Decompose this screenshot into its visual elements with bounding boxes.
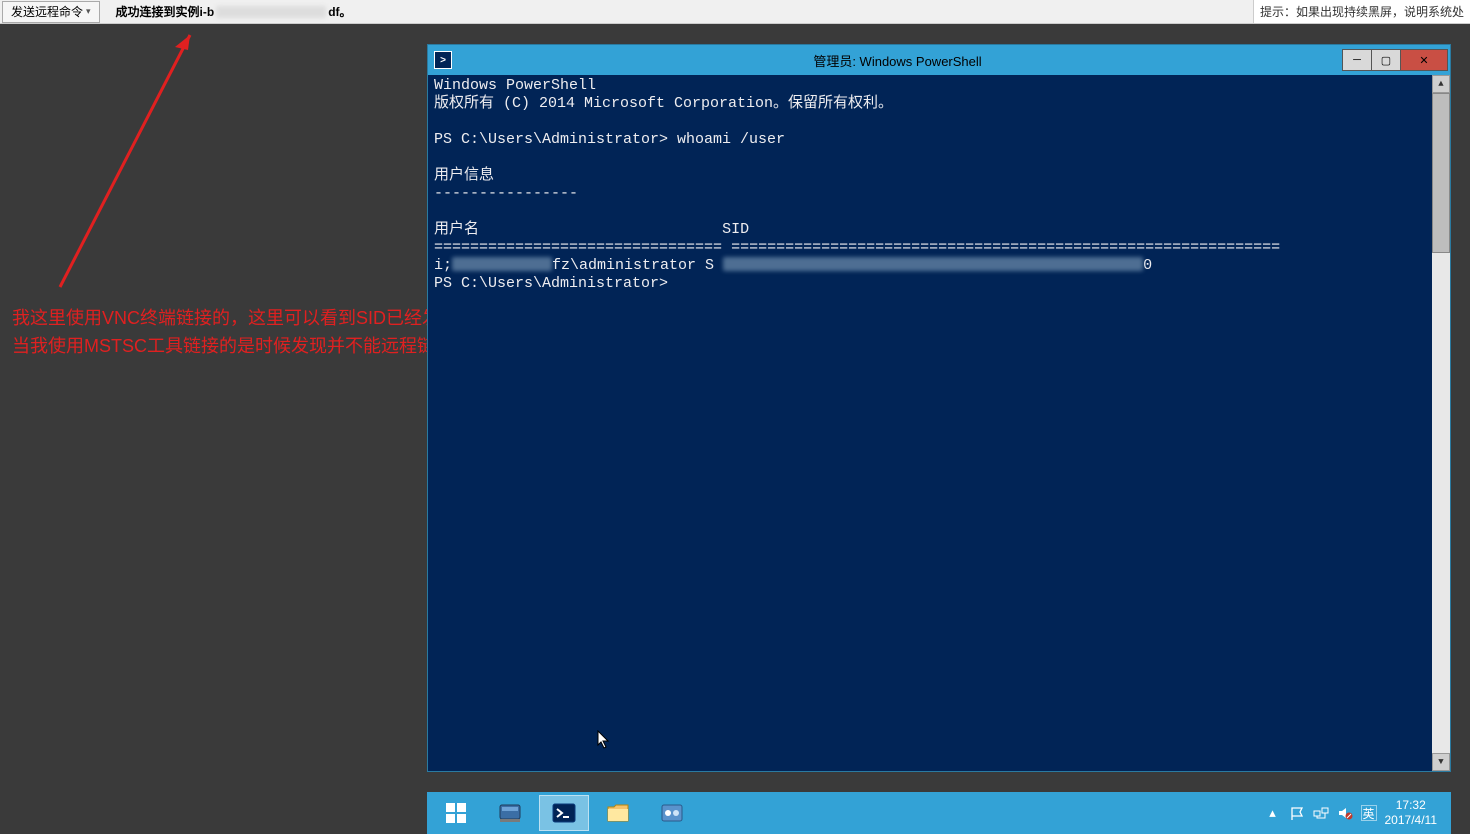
maximize-button[interactable]: ▢ — [1371, 49, 1401, 71]
taskbar-control-panel[interactable] — [647, 795, 697, 831]
window-buttons: ─ ▢ ✕ — [1343, 49, 1448, 71]
ps-line: 用户信息 — [434, 167, 494, 184]
powershell-window: > 管理员: Windows PowerShell ─ ▢ ✕ Windows … — [427, 44, 1451, 772]
network-icon[interactable] — [1313, 805, 1329, 821]
taskbar-file-explorer[interactable] — [593, 795, 643, 831]
action-center-flag-icon[interactable] — [1289, 805, 1305, 821]
ime-indicator[interactable]: 英 — [1361, 805, 1377, 821]
windows-taskbar: ▴ 英 17:32 2017/4/11 — [427, 792, 1451, 834]
powershell-title: 管理员: Windows PowerShell — [452, 51, 1343, 70]
ps-row-prefix: i; — [434, 257, 452, 274]
taskbar-powershell[interactable] — [539, 795, 589, 831]
powershell-scrollbar[interactable]: ▲ ▼ — [1432, 75, 1450, 771]
connection-status: 成功连接到实例i-b xxxxxxxxxx df。 — [110, 3, 358, 20]
hint-text: 提示：如果出现持续黑屏，说明系统处 — [1253, 0, 1470, 23]
sound-muted-icon[interactable] — [1337, 805, 1353, 821]
clock-date: 2017/4/11 — [1385, 813, 1438, 828]
powershell-titlebar-icon: > — [434, 51, 452, 69]
taskbar-clock[interactable]: 17:32 2017/4/11 — [1385, 798, 1438, 828]
ps-row-suffix: 0 — [1143, 257, 1152, 274]
ps-sep2: ========================================… — [731, 239, 1280, 256]
vnc-remote-area[interactable]: 我这里使用VNC终端链接的，这里可以看到SID已经发生改变， 当我使用MSTSC… — [0, 24, 1470, 834]
scroll-down-button[interactable]: ▼ — [1432, 753, 1450, 771]
server-manager-icon — [496, 799, 524, 827]
control-panel-icon — [658, 799, 686, 827]
close-button[interactable]: ✕ — [1400, 49, 1448, 71]
redacted-hostname: xxxxxxxx — [452, 257, 552, 271]
ps-line: PS C:\Users\Administrator> whoami /user — [434, 131, 785, 148]
send-remote-command-button[interactable]: 发送远程命令 — [2, 1, 100, 23]
status-prefix: 成功连接到实例i-b — [116, 3, 215, 20]
scroll-up-button[interactable]: ▲ — [1432, 75, 1450, 93]
ps-line: Windows PowerShell — [434, 77, 596, 94]
powershell-body[interactable]: Windows PowerShell 版权所有 (C) 2014 Microso… — [428, 75, 1450, 771]
ps-col-user: 用户名 — [434, 221, 479, 238]
start-button[interactable] — [431, 795, 481, 831]
start-icon — [444, 801, 468, 825]
scroll-thumb[interactable] — [1432, 93, 1450, 253]
taskbar-tray: ▴ 英 17:32 2017/4/11 — [1265, 798, 1448, 828]
ps-line: PS C:\Users\Administrator> — [434, 275, 668, 292]
taskbar-server-manager[interactable] — [485, 795, 535, 831]
minimize-button[interactable]: ─ — [1342, 49, 1372, 71]
ps-row-mid: fz\administrator S — [552, 257, 714, 274]
redacted-sid: xxxxxxxxxxxxxxxxxxxxxxxxxxxxxxxxxxxx — [723, 257, 1143, 271]
annotation-arrow — [55, 27, 225, 307]
ps-sep1: ================================ — [434, 239, 722, 256]
explorer-icon — [604, 799, 632, 827]
ps-line: 版权所有 (C) 2014 Microsoft Corporation。保留所有… — [434, 95, 893, 112]
clock-time: 17:32 — [1385, 798, 1438, 813]
send-cmd-label: 发送远程命令 — [11, 3, 83, 20]
powershell-titlebar[interactable]: > 管理员: Windows PowerShell ─ ▢ ✕ — [428, 45, 1450, 75]
ps-col-sid: SID — [722, 221, 749, 238]
redacted-instance-id: xxxxxxxxxx — [216, 6, 326, 18]
vnc-top-bar: 发送远程命令 成功连接到实例i-b xxxxxxxxxx df。 提示：如果出现… — [0, 0, 1470, 24]
tray-chevron-icon[interactable]: ▴ — [1265, 805, 1281, 821]
powershell-icon — [550, 799, 578, 827]
ps-line: ---------------- — [434, 185, 578, 202]
status-suffix: df。 — [328, 3, 351, 20]
